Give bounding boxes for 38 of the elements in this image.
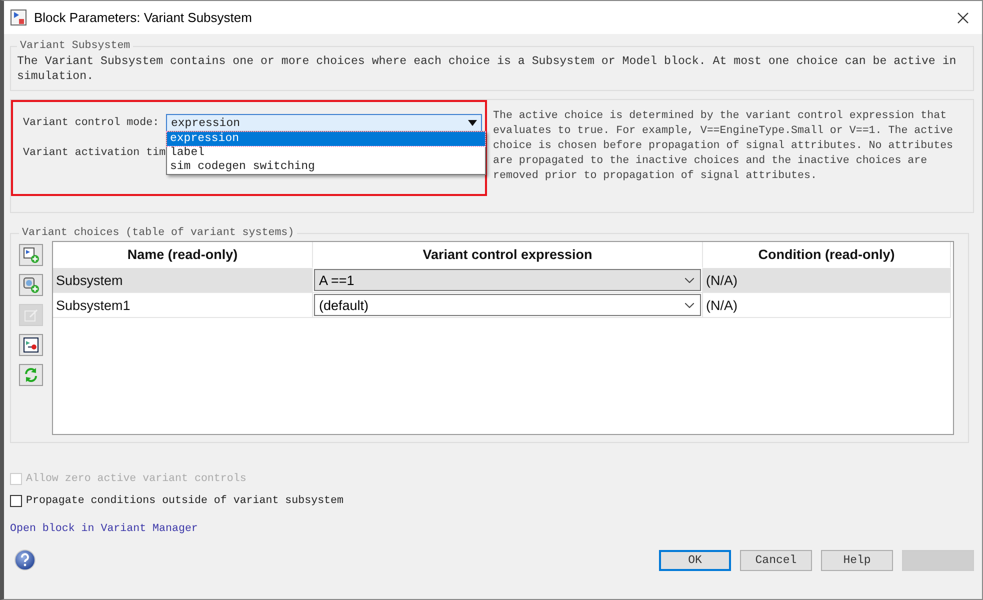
window-title: Block Parameters: Variant Subsystem	[34, 10, 253, 25]
refresh-icon	[23, 367, 39, 383]
dropdown-option[interactable]: expression	[167, 132, 485, 146]
add-model-icon	[23, 277, 39, 293]
dropdown[interactable]: expression	[166, 114, 482, 132]
dialog-button[interactable]: Cancel	[740, 550, 812, 570]
checkbox-label: Propagate conditions outside of variant subsystem	[26, 495, 344, 507]
dropdown-option[interactable]: label	[167, 146, 485, 160]
dialog-button[interactable]: Help	[821, 550, 893, 570]
toolbar-button[interactable]	[19, 274, 43, 296]
group-title: Variant Subsystem	[19, 40, 132, 52]
variant-manager-link[interactable]: Open block in Variant Manager	[10, 523, 198, 535]
add-block-icon	[23, 247, 39, 263]
dialog-button[interactable]: OK	[659, 550, 731, 570]
block-icon	[10, 8, 28, 26]
chevron-icon	[685, 302, 694, 308]
block-port-icon	[23, 337, 39, 353]
edit-icon	[23, 307, 39, 323]
expression-dropdown[interactable]: (default)	[314, 294, 701, 316]
field-label: Variant control mode:	[23, 117, 160, 129]
field-label: Variant activation tim	[23, 147, 166, 159]
dropdown-arrow-icon	[468, 120, 477, 126]
toolbar-button[interactable]	[19, 244, 43, 266]
chevron-icon	[685, 278, 694, 282]
column-header: Variant control expression	[313, 242, 703, 268]
table-cell: Subsystem	[53, 268, 313, 293]
description-text: The Variant Subsystem contains one or more choices where each choice is a Subsystem or Model block. At most one choice can be active in simulation.	[17, 54, 958, 84]
toolbar-button[interactable]	[19, 334, 43, 356]
dropdown-option[interactable]: sim codegen switching	[167, 160, 485, 174]
help-icon[interactable]	[14, 549, 36, 571]
group-title: Variant choices (table of variant systems)	[21, 227, 296, 239]
table-cell: (N/A)	[703, 293, 951, 318]
expression-dropdown[interactable]: A ==1	[314, 269, 701, 291]
checkbox-label: Allow zero active variant controls	[26, 473, 246, 485]
help-text: The active choice is determined by the variant control expression that evaluates to true. For example, V==EngineType.Small or V==1. The active choice is chosen before propagation of signal attributes. No attributes are propagated to the inactive choices and the inactive choices are removed prior to propagation of signal attributes.	[492, 109, 954, 184]
checkbox[interactable]	[10, 495, 22, 507]
table-cell: (N/A)	[703, 268, 951, 293]
table-cell: Subsystem1	[53, 293, 313, 318]
